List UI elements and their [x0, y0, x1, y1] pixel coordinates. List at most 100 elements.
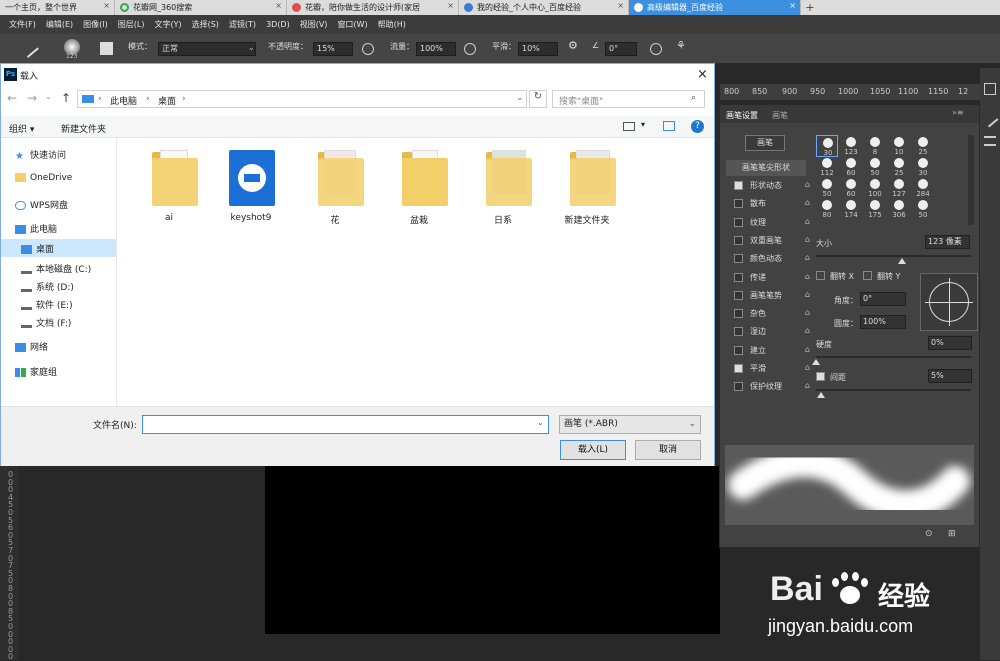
nav-network[interactable]: 网络 [1, 340, 48, 358]
brush-tip[interactable]: 127 [888, 177, 910, 199]
spacing-slider[interactable] [816, 389, 971, 391]
nav-homegroup[interactable]: 家庭组 [1, 365, 57, 383]
nav-wps-drive[interactable]: WPS网盘 [1, 198, 68, 216]
angle-field[interactable]: 0° [860, 292, 906, 306]
load-button[interactable]: 载入(L) [560, 440, 626, 460]
file-item[interactable]: 日系 [467, 146, 539, 226]
file-item[interactable]: 花 [299, 146, 371, 226]
setting-checkbox[interactable] [734, 345, 743, 355]
file-item[interactable]: 新建文件夹 [551, 146, 623, 226]
new-brush-icon[interactable]: ⊞ [948, 529, 956, 539]
menu-file[interactable]: 文件(F) [4, 19, 41, 30]
lock-icon[interactable]: ⌂ [805, 217, 810, 226]
setting-checkbox[interactable] [734, 254, 743, 264]
breadcrumb-this-pc[interactable]: 此电脑 [110, 94, 137, 107]
brush-setting-item[interactable]: 散布 ⌂ [725, 195, 810, 213]
brush-tip[interactable]: 50 [816, 177, 838, 199]
lock-icon[interactable]: ⌂ [805, 180, 810, 189]
brush-tip[interactable]: 10 [888, 135, 910, 157]
brush-tip[interactable]: 123 [840, 135, 862, 157]
brush-setting-item[interactable]: 双重画笔 ⌂ [725, 232, 810, 250]
brush-setting-item[interactable]: 建立 ⌂ [725, 342, 810, 360]
nav-drive-f[interactable]: 文档 (F:) [1, 316, 71, 334]
organize-button[interactable]: 组织 ▾ [9, 122, 34, 135]
size-slider-handle[interactable] [898, 258, 906, 264]
close-icon[interactable]: × [617, 1, 624, 10]
gear-icon[interactable]: ⚙ [568, 39, 578, 52]
lock-icon[interactable]: ⌂ [805, 326, 810, 335]
chevron-down-icon[interactable]: ⌄ [537, 418, 544, 427]
brush-tip[interactable]: 25 [888, 156, 910, 178]
setting-checkbox[interactable] [734, 290, 743, 300]
brush-tip[interactable]: 284 [912, 177, 934, 199]
symmetry-icon[interactable]: ⚘ [676, 39, 686, 52]
preview-pane-icon[interactable] [663, 121, 675, 131]
setting-checkbox[interactable] [734, 181, 743, 190]
brush-tip-shape-item[interactable]: 画笔笔尖形状 [726, 160, 806, 176]
setting-checkbox[interactable] [734, 327, 743, 337]
nav-this-pc[interactable]: 此电脑 [1, 222, 57, 240]
nav-drive-d[interactable]: 系统 (D:) [1, 280, 74, 298]
filename-input[interactable] [142, 415, 549, 434]
new-folder-button[interactable]: 新建文件夹 [61, 122, 106, 135]
tip-scrollbar[interactable] [968, 135, 974, 225]
brush-tip[interactable]: 174 [840, 198, 862, 220]
smoothing-field[interactable]: 10% [518, 42, 558, 56]
forward-arrow-icon[interactable]: → [27, 91, 37, 105]
back-arrow-icon[interactable]: ← [7, 91, 17, 105]
lock-icon[interactable]: ⌂ [805, 345, 810, 354]
setting-checkbox[interactable] [734, 272, 743, 282]
tab-brushes[interactable]: 画笔 [772, 110, 788, 121]
setting-checkbox[interactable] [734, 235, 743, 245]
brush-setting-item[interactable]: 颜色动态 ⌂ [725, 250, 810, 268]
document-canvas[interactable] [265, 466, 720, 634]
brush-tip[interactable]: 8 [864, 135, 886, 157]
brush-tip[interactable]: 100 [864, 177, 886, 199]
lock-icon[interactable]: ⌂ [805, 290, 810, 299]
setting-checkbox[interactable] [734, 382, 743, 392]
adjust-icon[interactable] [984, 136, 996, 146]
up-arrow-icon[interactable]: ↑ [61, 91, 71, 105]
lock-icon[interactable]: ⌂ [805, 363, 810, 372]
mode-select[interactable]: 正常 [158, 42, 256, 56]
menu-image[interactable]: 图像(I) [78, 19, 113, 30]
new-tab-button[interactable]: + [801, 0, 819, 15]
menu-window[interactable]: 窗口(W) [332, 19, 372, 30]
cancel-button[interactable]: 取消 [635, 440, 701, 460]
close-icon[interactable]: × [103, 1, 110, 10]
lock-icon[interactable]: ⌂ [805, 198, 810, 207]
brush-tip[interactable]: 30 [816, 135, 838, 157]
menu-3d[interactable]: 3D(D) [261, 20, 295, 29]
flip-y-checkbox[interactable] [863, 271, 872, 280]
close-icon[interactable]: × [447, 1, 454, 10]
brush-tip[interactable]: 80 [816, 198, 838, 220]
angle-field[interactable]: 0° [605, 42, 637, 56]
brush-tip[interactable]: 25 [912, 135, 934, 157]
size-slider[interactable] [816, 255, 971, 257]
toggle-preview-icon[interactable]: ⊙ [925, 529, 933, 539]
help-icon[interactable]: ? [691, 120, 704, 133]
brush-setting-item[interactable]: 平滑 ⌂ [725, 360, 810, 378]
setting-checkbox[interactable] [734, 364, 743, 373]
menu-help[interactable]: 帮助(H) [373, 19, 411, 30]
browser-tab[interactable]: 一个主页，整个世界 × [0, 0, 115, 15]
lock-icon[interactable]: ⌂ [805, 235, 810, 244]
address-bar[interactable]: › 此电脑 › 桌面 › ⌄ [77, 90, 527, 108]
file-item[interactable]: keyshot9 [215, 146, 287, 226]
airbrush-icon[interactable] [464, 43, 476, 55]
brush-tip[interactable]: 112 [816, 156, 838, 178]
brushes-button[interactable]: 画笔 [745, 135, 785, 151]
angle-roundness-widget[interactable] [920, 273, 978, 331]
menu-type[interactable]: 文字(Y) [149, 19, 186, 30]
browser-tab[interactable]: 花瓣网_360搜索 × [115, 0, 287, 15]
brush-setting-item[interactable]: 形状动态 ⌂ [725, 177, 810, 195]
brush-tip[interactable]: 60 [840, 177, 862, 199]
brush-setting-item[interactable]: 湿边 ⌂ [725, 323, 810, 341]
lock-icon[interactable]: ⌂ [805, 381, 810, 390]
refresh-icon[interactable]: ↻ [529, 90, 547, 108]
brush-tip[interactable]: 50 [912, 198, 934, 220]
browser-tab-active[interactable]: 高级编辑器_百度经验 × [629, 0, 801, 15]
size-field[interactable]: 123 像素 [925, 235, 970, 249]
lock-icon[interactable]: ⌂ [805, 253, 810, 262]
setting-checkbox[interactable] [734, 217, 743, 227]
